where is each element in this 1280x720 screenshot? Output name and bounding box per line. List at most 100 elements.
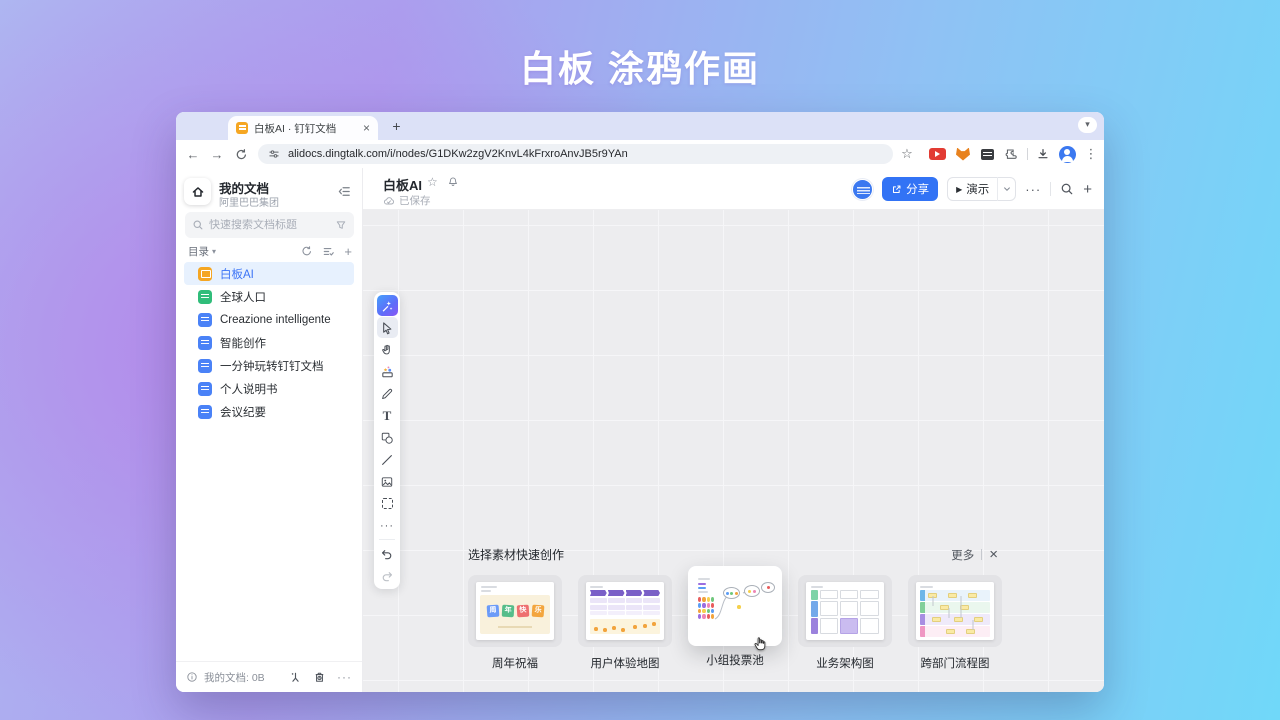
- template-card-voting-pool[interactable]: 小组投票池: [688, 566, 782, 668]
- header-add-icon[interactable]: +: [1083, 182, 1092, 197]
- redo-button[interactable]: [377, 565, 398, 586]
- doc-item-whiteboard-ai[interactable]: 白板AI: [184, 262, 354, 285]
- storage-usage-text: 我的文档: 0B: [204, 671, 265, 684]
- url-text: alidocs.dingtalk.com/i/nodes/G1DKw2zgV2K…: [288, 148, 628, 160]
- doc-item-label: 白板AI: [220, 268, 254, 281]
- directory-label[interactable]: 目录: [188, 244, 209, 259]
- ai-assistant-tool[interactable]: [376, 295, 398, 316]
- screen: 白板 涂鸦作画 白板AI · 钉钉文档 × + ▾ ← → alidocs.di…: [0, 0, 1280, 720]
- doc-item-creazione[interactable]: Creazione intelligente: [184, 308, 354, 331]
- search-box[interactable]: [185, 212, 354, 238]
- board-doc-icon: [198, 266, 212, 281]
- marquee-select-tool[interactable]: [377, 493, 398, 514]
- header-search-icon[interactable]: [1060, 182, 1074, 196]
- browser-navbar: ← → alidocs.dingtalk.com/i/nodes/G1DKw2z…: [176, 140, 1104, 168]
- doc-item-label: 会议纪要: [220, 406, 266, 419]
- page-title: 白板 涂鸦作画: [519, 48, 760, 89]
- downloads-icon[interactable]: [1034, 145, 1052, 163]
- sheet-doc-icon: [198, 289, 212, 304]
- bookmark-star-icon[interactable]: ☆: [898, 145, 916, 163]
- whiteboard-canvas[interactable]: T ··· 选择素材快速创作 更多 × 周 年 快 乐 周年祝福 用户体验地图 …: [363, 210, 1104, 692]
- workspace-subtitle: 阿里巴巴集团: [219, 198, 279, 209]
- line-tool[interactable]: [377, 449, 398, 470]
- play-icon: ▶: [956, 184, 963, 194]
- favorite-star-icon[interactable]: ☆: [427, 175, 438, 189]
- shape-tool[interactable]: [377, 427, 398, 448]
- footer-more-icon[interactable]: ···: [337, 670, 352, 684]
- recycle-bin-icon[interactable]: [313, 671, 326, 684]
- template-card-journey-map[interactable]: 用户体验地图: [578, 575, 672, 671]
- browser-tab-strip: 白板AI · 钉钉文档 × + ▾: [176, 112, 1104, 140]
- share-button-label: 分享: [906, 184, 930, 196]
- sticker-material-tool[interactable]: [377, 361, 398, 382]
- text-doc-icon: [198, 358, 212, 373]
- doc-item-label: 智能创作: [220, 337, 266, 350]
- add-document-icon[interactable]: +: [344, 245, 352, 258]
- template-card-architecture[interactable]: 业务架构图: [798, 575, 892, 671]
- forward-button[interactable]: →: [208, 145, 226, 163]
- new-tab-button[interactable]: +: [388, 118, 405, 135]
- extensions-puzzle-icon[interactable]: [1002, 145, 1020, 163]
- template-card-flowchart[interactable]: 跨部门流程图: [908, 575, 1002, 671]
- filter-funnel-icon[interactable]: [335, 219, 347, 231]
- doc-item-meeting-minutes[interactable]: 会议纪要: [184, 400, 354, 423]
- metamask-extension-icon[interactable]: [954, 145, 972, 163]
- dingtalk-favicon-icon: [236, 122, 248, 134]
- tray-close-icon[interactable]: ×: [989, 547, 998, 562]
- workspace-header: 我的文档 阿里巴巴集团: [184, 178, 354, 209]
- doc-item-global-population[interactable]: 全球人口: [184, 285, 354, 308]
- directory-chevron-icon[interactable]: ▾: [212, 247, 216, 256]
- browser-tab[interactable]: 白板AI · 钉钉文档 ×: [228, 116, 378, 140]
- refresh-icon[interactable]: [301, 245, 313, 257]
- sidebar-footer: 我的文档: 0B ···: [176, 661, 362, 692]
- header-actions: 分享 ▶ 演示 ··· +: [852, 177, 1092, 201]
- present-dropdown-chevron[interactable]: [997, 177, 1015, 201]
- present-button[interactable]: ▶ 演示: [947, 177, 1017, 201]
- doc-item-label: 全球人口: [220, 291, 266, 304]
- youtube-extension-icon[interactable]: [928, 145, 946, 163]
- home-icon[interactable]: [184, 178, 211, 205]
- share-button[interactable]: 分享: [882, 177, 939, 201]
- text-tool[interactable]: T: [377, 405, 398, 426]
- back-button[interactable]: ←: [184, 145, 202, 163]
- collapse-sidebar-icon[interactable]: [337, 184, 352, 199]
- header-more-icon[interactable]: ···: [1025, 182, 1041, 197]
- card-label: 小组投票池: [706, 655, 764, 667]
- doc-item-smart-creation[interactable]: 智能创作: [184, 331, 354, 354]
- text-doc-icon: [198, 404, 212, 419]
- profile-avatar[interactable]: [1058, 145, 1076, 163]
- undo-button[interactable]: [377, 543, 398, 564]
- tab-close-icon[interactable]: ×: [363, 122, 370, 134]
- tab-strip-chevron-icon[interactable]: ▾: [1078, 117, 1097, 133]
- url-bar[interactable]: alidocs.dingtalk.com/i/nodes/G1DKw2zgV2K…: [258, 144, 893, 164]
- present-button-label: 演示: [966, 184, 990, 196]
- doc-item-label: Creazione intelligente: [220, 313, 331, 326]
- browser-menu-icon[interactable]: ⋮: [1082, 145, 1100, 163]
- template-card-anniversary[interactable]: 周 年 快 乐 周年祝福: [468, 575, 562, 671]
- card-label: 业务架构图: [816, 658, 874, 670]
- search-input[interactable]: [209, 219, 330, 231]
- toolbar-divider: [1027, 148, 1028, 160]
- image-tool[interactable]: [377, 471, 398, 492]
- import-tool-icon[interactable]: [289, 671, 302, 684]
- info-icon[interactable]: [186, 671, 198, 683]
- directory-section-row: 目录 ▾ +: [188, 242, 352, 260]
- select-tool[interactable]: [376, 317, 398, 338]
- notification-bell-icon[interactable]: [447, 176, 459, 188]
- architecture-thumbnail: [806, 582, 884, 640]
- site-settings-icon[interactable]: [268, 148, 280, 160]
- app-content: 我的文档 阿里巴巴集团 目录 ▾: [176, 168, 1104, 692]
- pen-tool[interactable]: [377, 383, 398, 404]
- toolbar-more-tool[interactable]: ···: [377, 515, 398, 536]
- flowchart-thumbnail: [916, 582, 994, 640]
- hand-pan-tool[interactable]: [377, 339, 398, 360]
- display-options-icon[interactable]: [322, 245, 335, 258]
- doc-item-personal-manual[interactable]: 个人说明书: [184, 377, 354, 400]
- collaborator-avatar[interactable]: [852, 178, 874, 200]
- doc-item-one-minute-guide[interactable]: 一分钟玩转钉钉文档: [184, 354, 354, 377]
- reload-button[interactable]: [232, 145, 250, 163]
- browser-window: 白板AI · 钉钉文档 × + ▾ ← → alidocs.dingtalk.c…: [176, 112, 1104, 692]
- tools-extension-icon[interactable]: [978, 145, 996, 163]
- text-doc-icon: [198, 381, 212, 396]
- tray-more-link[interactable]: 更多: [951, 547, 974, 563]
